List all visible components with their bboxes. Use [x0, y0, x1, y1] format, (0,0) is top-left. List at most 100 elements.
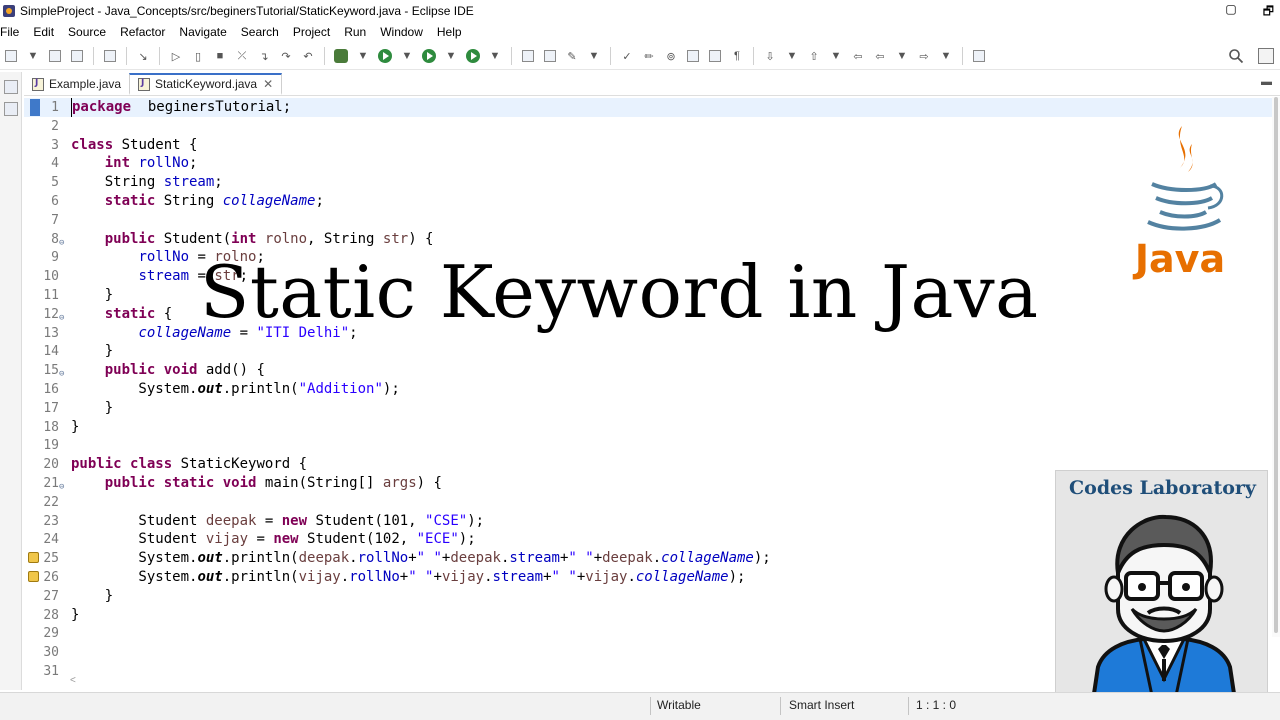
- coverage-icon[interactable]: [421, 48, 437, 64]
- search-icon[interactable]: [1228, 48, 1244, 64]
- save-all-icon[interactable]: [69, 48, 85, 64]
- code-line[interactable]: 1 package beginersTutorial;: [24, 98, 1272, 117]
- toggle-breadcrumb-icon[interactable]: ⊚: [663, 48, 679, 64]
- menu-help[interactable]: Help: [437, 25, 462, 39]
- code-text[interactable]: public Student(int rolno, String str) {: [71, 230, 434, 249]
- step-into-icon[interactable]: ↴: [256, 48, 272, 64]
- menu-navigate[interactable]: Navigate: [179, 25, 226, 39]
- menu-window[interactable]: Window: [380, 25, 423, 39]
- restore-view-icon[interactable]: [4, 80, 18, 94]
- new-icon[interactable]: [3, 48, 19, 64]
- code-text[interactable]: public static void main(String[] args) {: [71, 474, 442, 493]
- code-line[interactable]: 18}: [24, 418, 1272, 437]
- close-icon[interactable]: ✕: [263, 77, 273, 91]
- toggle-annotation-icon[interactable]: ✓: [619, 48, 635, 64]
- code-text[interactable]: class Student {: [71, 136, 197, 155]
- forward-icon[interactable]: ⇨: [916, 48, 932, 64]
- tab-statickeyword-java[interactable]: StaticKeyword.java ✕: [129, 73, 283, 95]
- last-edit-icon[interactable]: ⇦: [850, 48, 866, 64]
- code-text[interactable]: int rollNo;: [71, 154, 198, 173]
- code-line[interactable]: 4 int rollNo;: [24, 154, 1272, 173]
- pin-editor-icon[interactable]: [971, 48, 987, 64]
- code-line[interactable]: 7: [24, 211, 1272, 230]
- code-text[interactable]: package beginersTutorial;: [71, 98, 291, 117]
- code-line[interactable]: 5 String stream;: [24, 173, 1272, 192]
- previous-annotation-dropdown-icon[interactable]: ▼: [828, 48, 844, 64]
- package-explorer-icon[interactable]: [4, 102, 18, 116]
- code-line[interactable]: 16 System.out.println("Addition");: [24, 380, 1272, 399]
- back-dropdown-icon[interactable]: ▼: [894, 48, 910, 64]
- code-line[interactable]: 3 class Student {: [24, 136, 1272, 155]
- vertical-scrollbar[interactable]: [1272, 97, 1280, 637]
- code-text[interactable]: }: [71, 342, 113, 361]
- terminal-icon[interactable]: [102, 48, 118, 64]
- step-return-icon[interactable]: ↶: [300, 48, 316, 64]
- search-tool-icon[interactable]: ✎: [564, 48, 580, 64]
- code-text[interactable]: static String collageName;: [71, 192, 324, 211]
- next-annotation-icon[interactable]: ⇩: [762, 48, 778, 64]
- code-line[interactable]: 15 ⊖ public void add() {: [24, 361, 1272, 380]
- next-annotation-dropdown-icon[interactable]: ▼: [784, 48, 800, 64]
- status-insert-mode[interactable]: Smart Insert: [789, 698, 854, 712]
- minimize-editor-icon[interactable]: ▬: [1261, 76, 1272, 88]
- scroll-left-icon[interactable]: <: [70, 675, 76, 686]
- code-text[interactable]: public class StaticKeyword {: [71, 455, 307, 474]
- open-type-icon[interactable]: [542, 48, 558, 64]
- menu-project[interactable]: Project: [293, 25, 330, 39]
- code-text[interactable]: Student deepak = new Student(101, "CSE")…: [71, 512, 484, 531]
- code-text[interactable]: }: [71, 418, 79, 437]
- code-line[interactable]: 19: [24, 436, 1272, 455]
- code-line[interactable]: 17 }: [24, 399, 1272, 418]
- search-tool-dropdown-icon[interactable]: ▼: [586, 48, 602, 64]
- suspend-icon[interactable]: ▯: [190, 48, 206, 64]
- code-text[interactable]: Student vijay = new Student(102, "ECE");: [71, 530, 475, 549]
- run-dropdown-icon[interactable]: ▼: [399, 48, 415, 64]
- disconnect-icon[interactable]: ⤫: [234, 48, 250, 64]
- code-text[interactable]: System.out.println(vijay.rollNo+" "+vija…: [71, 568, 745, 587]
- show-whitespace-icon[interactable]: ¶: [729, 48, 745, 64]
- debug-icon[interactable]: [333, 48, 349, 64]
- save-icon[interactable]: [47, 48, 63, 64]
- code-line[interactable]: 14 }: [24, 342, 1272, 361]
- tab-example-java[interactable]: Example.java: [24, 73, 129, 95]
- code-line[interactable]: 6 static String collageName;: [24, 192, 1272, 211]
- restore-button[interactable]: 🗗: [1263, 2, 1274, 23]
- external-tools-dropdown-icon[interactable]: ▼: [487, 48, 503, 64]
- code-line[interactable]: 2: [24, 117, 1272, 136]
- back-icon[interactable]: ⇦: [872, 48, 888, 64]
- toggle-mark-occurrences-icon[interactable]: ✏: [641, 48, 657, 64]
- resume-icon[interactable]: ▷: [168, 48, 184, 64]
- block-selection-icon[interactable]: [685, 48, 701, 64]
- code-text[interactable]: String stream;: [71, 173, 223, 192]
- new-java-project-icon[interactable]: [520, 48, 536, 64]
- menu-source[interactable]: Source: [68, 25, 106, 39]
- forward-dropdown-icon[interactable]: ▼: [938, 48, 954, 64]
- step-over-icon[interactable]: ↷: [278, 48, 294, 64]
- menu-run[interactable]: Run: [344, 25, 366, 39]
- scrollbar-thumb[interactable]: [1274, 97, 1278, 633]
- new-dropdown-icon[interactable]: ▼: [25, 48, 41, 64]
- code-text[interactable]: System.out.println(deepak.rollNo+" "+dee…: [71, 549, 770, 568]
- code-text[interactable]: System.out.println("Addition");: [71, 380, 399, 399]
- code-text[interactable]: static {: [71, 305, 172, 324]
- previous-annotation-icon[interactable]: ⇧: [806, 48, 822, 64]
- perspective-icon[interactable]: [1258, 48, 1274, 64]
- code-text[interactable]: }: [71, 606, 79, 625]
- code-line[interactable]: 8 ⊖ public Student(int rolno, String str)…: [24, 230, 1272, 249]
- menu-search[interactable]: Search: [241, 25, 279, 39]
- code-text[interactable]: }: [71, 587, 113, 606]
- debug-dropdown-icon[interactable]: ▼: [355, 48, 371, 64]
- minimize-button[interactable]: ▢: [1225, 2, 1236, 23]
- menu-file[interactable]: File: [0, 25, 19, 39]
- menu-edit[interactable]: Edit: [33, 25, 54, 39]
- code-text[interactable]: public void add() {: [71, 361, 265, 380]
- code-text[interactable]: }: [71, 286, 113, 305]
- menu-refactor[interactable]: Refactor: [120, 25, 165, 39]
- coverage-dropdown-icon[interactable]: ▼: [443, 48, 459, 64]
- terminate-icon[interactable]: ■: [212, 48, 228, 64]
- word-wrap-icon[interactable]: [707, 48, 723, 64]
- run-icon[interactable]: [377, 48, 393, 64]
- code-text[interactable]: }: [71, 399, 113, 418]
- external-tools-icon[interactable]: [465, 48, 481, 64]
- skip-breakpoints-icon[interactable]: ↘: [135, 48, 151, 64]
